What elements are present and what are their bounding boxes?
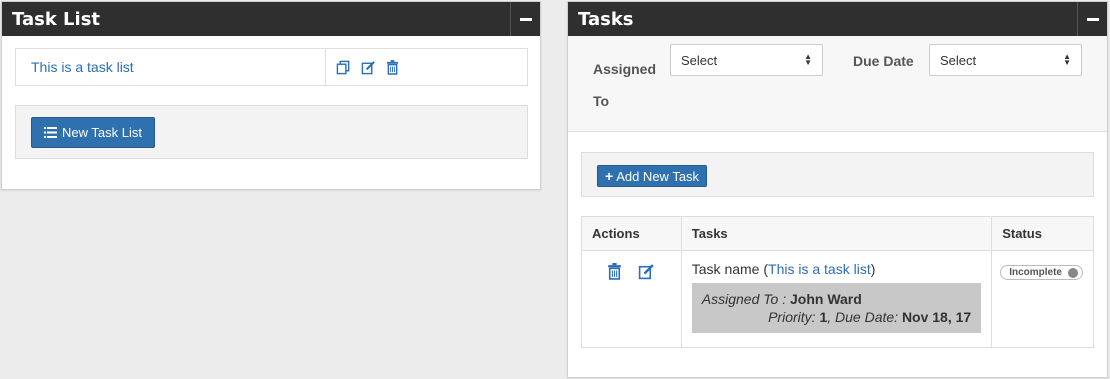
- column-header-tasks: Tasks: [680, 216, 993, 251]
- task-name-suffix: ): [870, 261, 876, 277]
- trash-icon[interactable]: [607, 263, 622, 280]
- tasks-panel-header: Tasks: [568, 2, 1107, 36]
- collapse-button[interactable]: [510, 2, 540, 36]
- add-new-task-label: Add New Task: [616, 168, 700, 184]
- task-actions-cell: [581, 250, 682, 348]
- due-date-value-text: Nov 18, 17: [901, 309, 972, 325]
- column-header-status: Status: [991, 216, 1094, 251]
- task-list-panel-title: Task List: [12, 8, 101, 30]
- assigned-to-label: Assigned To: [593, 61, 657, 109]
- task-title: Task name (This is a task list): [692, 261, 981, 277]
- add-task-well: + Add New Task: [581, 152, 1094, 197]
- new-task-list-label: New Task List: [62, 125, 142, 140]
- task-name: Task name (: [691, 261, 769, 277]
- trash-icon[interactable]: [386, 59, 399, 75]
- tasks-panel: Tasks Assigned To Select ▲ ▼ Due Date Sel…: [567, 1, 1108, 378]
- task-list-panel-header: Task List: [2, 2, 540, 36]
- list-icon: [44, 127, 57, 138]
- table-row: Task name (This is a task list) Assigned…: [581, 250, 1094, 348]
- assigned-to-value: Select: [681, 52, 718, 68]
- priority-label: Priority:: [768, 309, 820, 325]
- sort-arrows-icon: ▲ ▼: [804, 52, 812, 67]
- task-list-name-link[interactable]: This is a task list: [16, 49, 326, 85]
- edit-icon[interactable]: [361, 60, 376, 75]
- task-status-cell: Incomplete: [991, 250, 1094, 348]
- task-assignee: Assigned To : John Ward: [702, 291, 971, 307]
- due-date-meta-label: , Due Date:: [827, 309, 902, 325]
- due-date-value: Select: [940, 52, 977, 68]
- task-meta: Priority: 1, Due Date: Nov 18, 17: [702, 309, 971, 325]
- task-details-box: Assigned To : John Ward Priority: 1, Due…: [691, 283, 982, 333]
- task-list-actions: [326, 49, 399, 85]
- assigned-to-select[interactable]: Select ▲ ▼: [670, 44, 823, 76]
- new-task-list-button[interactable]: New Task List: [31, 117, 155, 148]
- tasks-panel-title: Tasks: [578, 8, 634, 30]
- status-label: Incomplete: [1009, 267, 1062, 278]
- task-list-link[interactable]: This is a task list: [768, 261, 871, 277]
- due-date-label: Due Date: [853, 53, 914, 69]
- edit-icon[interactable]: [637, 263, 656, 280]
- sort-arrows-icon: ▲ ▼: [1063, 52, 1071, 67]
- minus-icon: [1086, 17, 1099, 21]
- status-dot-icon: [1068, 267, 1078, 278]
- minus-icon: [519, 17, 532, 21]
- copy-icon[interactable]: [336, 60, 351, 75]
- status-toggle[interactable]: Incomplete: [1000, 265, 1083, 280]
- task-filters: Assigned To Select ▲ ▼ Due Date Select ▲ ▼: [568, 36, 1107, 132]
- new-task-list-well: New Task List: [15, 105, 528, 159]
- assigned-label: Assigned To :: [701, 291, 790, 307]
- column-header-actions: Actions: [581, 216, 682, 251]
- task-cell: Task name (This is a task list) Assigned…: [680, 250, 993, 348]
- collapse-button[interactable]: [1077, 2, 1107, 36]
- table-header-row: Actions Tasks Status: [581, 216, 1094, 251]
- tasks-table: Actions Tasks Status Task name (This is: [581, 216, 1094, 348]
- task-list-panel: Task List This is a task list New Task L…: [1, 1, 541, 190]
- due-date-select[interactable]: Select ▲ ▼: [929, 44, 1082, 76]
- task-list-row: This is a task list: [15, 48, 528, 86]
- plus-icon: +: [605, 168, 614, 184]
- add-new-task-button[interactable]: + Add New Task: [597, 165, 708, 187]
- assignee-name: John Ward: [789, 291, 862, 307]
